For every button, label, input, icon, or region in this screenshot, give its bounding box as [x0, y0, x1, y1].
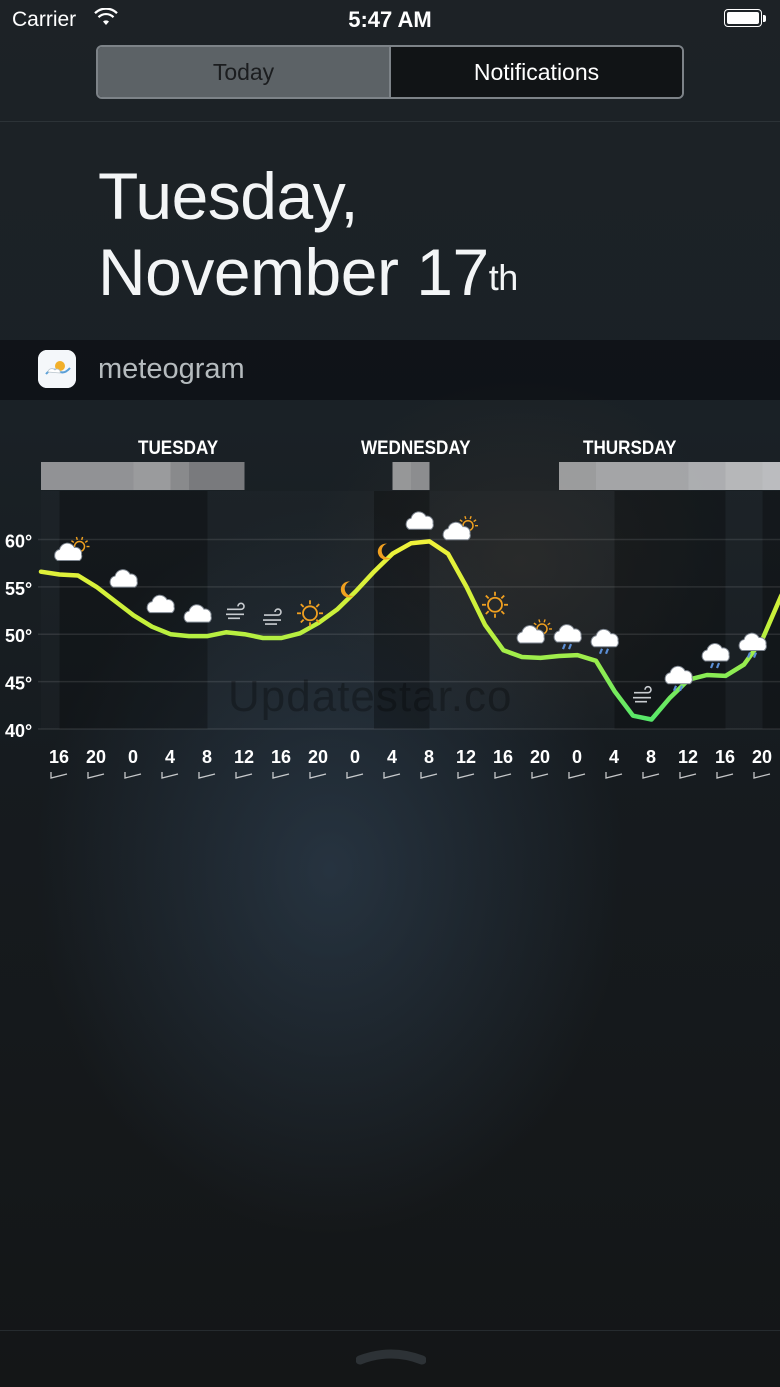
cloud-cover-segment: [133, 462, 171, 490]
x-tick-label: 20: [308, 747, 328, 767]
watermark-text: Updatestar.co: [228, 672, 513, 721]
wind-barb-icon: [642, 772, 660, 779]
cloud-cover-segment: [170, 462, 189, 490]
meteogram-widget[interactable]: TUESDAY WEDNESDAY THURSDAY 60° 55° 50° 45° 4…: [0, 400, 780, 800]
x-tick-label: 12: [234, 747, 254, 767]
wind-barb-icon: [679, 772, 697, 779]
wind-barb-icon: [753, 772, 771, 779]
x-tick-label: 12: [678, 747, 698, 767]
tab-notifications[interactable]: Notifications: [389, 47, 682, 97]
header-divider: [0, 121, 780, 122]
x-tick-label: 16: [493, 747, 513, 767]
x-tick-label: 4: [609, 747, 619, 767]
date-heading: Tuesday, November 17th: [98, 158, 518, 310]
x-tick-label: 0: [572, 747, 582, 767]
y-tick-label: 55°: [5, 579, 32, 599]
y-tick-label: 50°: [5, 626, 32, 646]
night-band: [614, 491, 726, 729]
y-tick-label: 60°: [5, 531, 32, 551]
wind-barb-icon: [235, 772, 253, 779]
date-line-weekday: Tuesday,: [98, 159, 359, 233]
x-tick-label: 4: [387, 747, 397, 767]
x-tick-label: 16: [49, 747, 69, 767]
x-tick-label: 8: [646, 747, 656, 767]
wind-barb-icon: [87, 772, 105, 779]
cloud-cover-segment: [762, 462, 780, 490]
night-band: [59, 491, 208, 729]
wind-barb-icon: [50, 772, 68, 779]
grabber-handle-icon[interactable]: [356, 1346, 426, 1366]
status-bar: Carrier 5:47 AM: [0, 0, 780, 40]
wind-barb-icon: [494, 772, 512, 779]
cloud-cover-segment: [41, 462, 134, 490]
wind-barb-icon: [531, 772, 549, 779]
x-tick-label: 20: [752, 747, 772, 767]
cloud-cover-segment: [559, 462, 596, 490]
wind-barb-icon: [716, 772, 734, 779]
wind-barb-icon: [346, 772, 364, 779]
bottom-divider: [0, 1330, 780, 1331]
x-tick-label: 16: [715, 747, 735, 767]
wind-barb-icon: [198, 772, 216, 779]
meteogram-chart[interactable]: 60° 55° 50° 45° 40° 16 20 0 4 8 12 16 20 0 4 8 12 16 20 0 4 8…: [0, 400, 780, 800]
date-month-day: November 17: [98, 235, 489, 309]
x-tick-label: 0: [350, 747, 360, 767]
cloud-cover-segment: [411, 462, 430, 490]
cloud-cover-segment: [596, 462, 689, 490]
today-notifications-segmented-control[interactable]: Today Notifications: [96, 45, 684, 99]
x-tick-label: 20: [530, 747, 550, 767]
cloud-cover-segment: [189, 462, 245, 490]
wind-barb-icon: [124, 772, 142, 779]
x-tick-label: 0: [128, 747, 138, 767]
wind-barb-icon: [272, 772, 290, 779]
y-tick-label: 45°: [5, 674, 32, 694]
wind-barb-icon: [383, 772, 401, 779]
cloud-cover-segment: [392, 462, 411, 490]
wind-barb-icon: [420, 772, 438, 779]
wind-barb-icon: [457, 772, 475, 779]
x-tick-label: 12: [456, 747, 476, 767]
y-tick-label: 40°: [5, 721, 32, 741]
meteogram-app-icon: [38, 350, 76, 388]
cloud-cover-segment: [725, 462, 763, 490]
widget-name: meteogram: [98, 353, 245, 385]
wind-barb-icon: [161, 772, 179, 779]
x-tick-label: 16: [271, 747, 291, 767]
x-tick-label: 8: [202, 747, 212, 767]
clock: 5:47 AM: [348, 7, 432, 32]
x-tick-label: 8: [424, 747, 434, 767]
x-tick-label: 20: [86, 747, 106, 767]
wind-barb-icon: [605, 772, 623, 779]
wind-barb-icon: [309, 772, 327, 779]
x-tick-label: 4: [165, 747, 175, 767]
battery-icon: [724, 9, 768, 29]
date-line-day: November 17th: [98, 234, 518, 310]
widget-header[interactable]: meteogram: [0, 340, 780, 400]
wind-barb-icon: [568, 772, 586, 779]
cloud-cover-segment: [688, 462, 726, 490]
tab-today[interactable]: Today: [98, 47, 389, 97]
date-ordinal-suffix: th: [488, 257, 519, 298]
